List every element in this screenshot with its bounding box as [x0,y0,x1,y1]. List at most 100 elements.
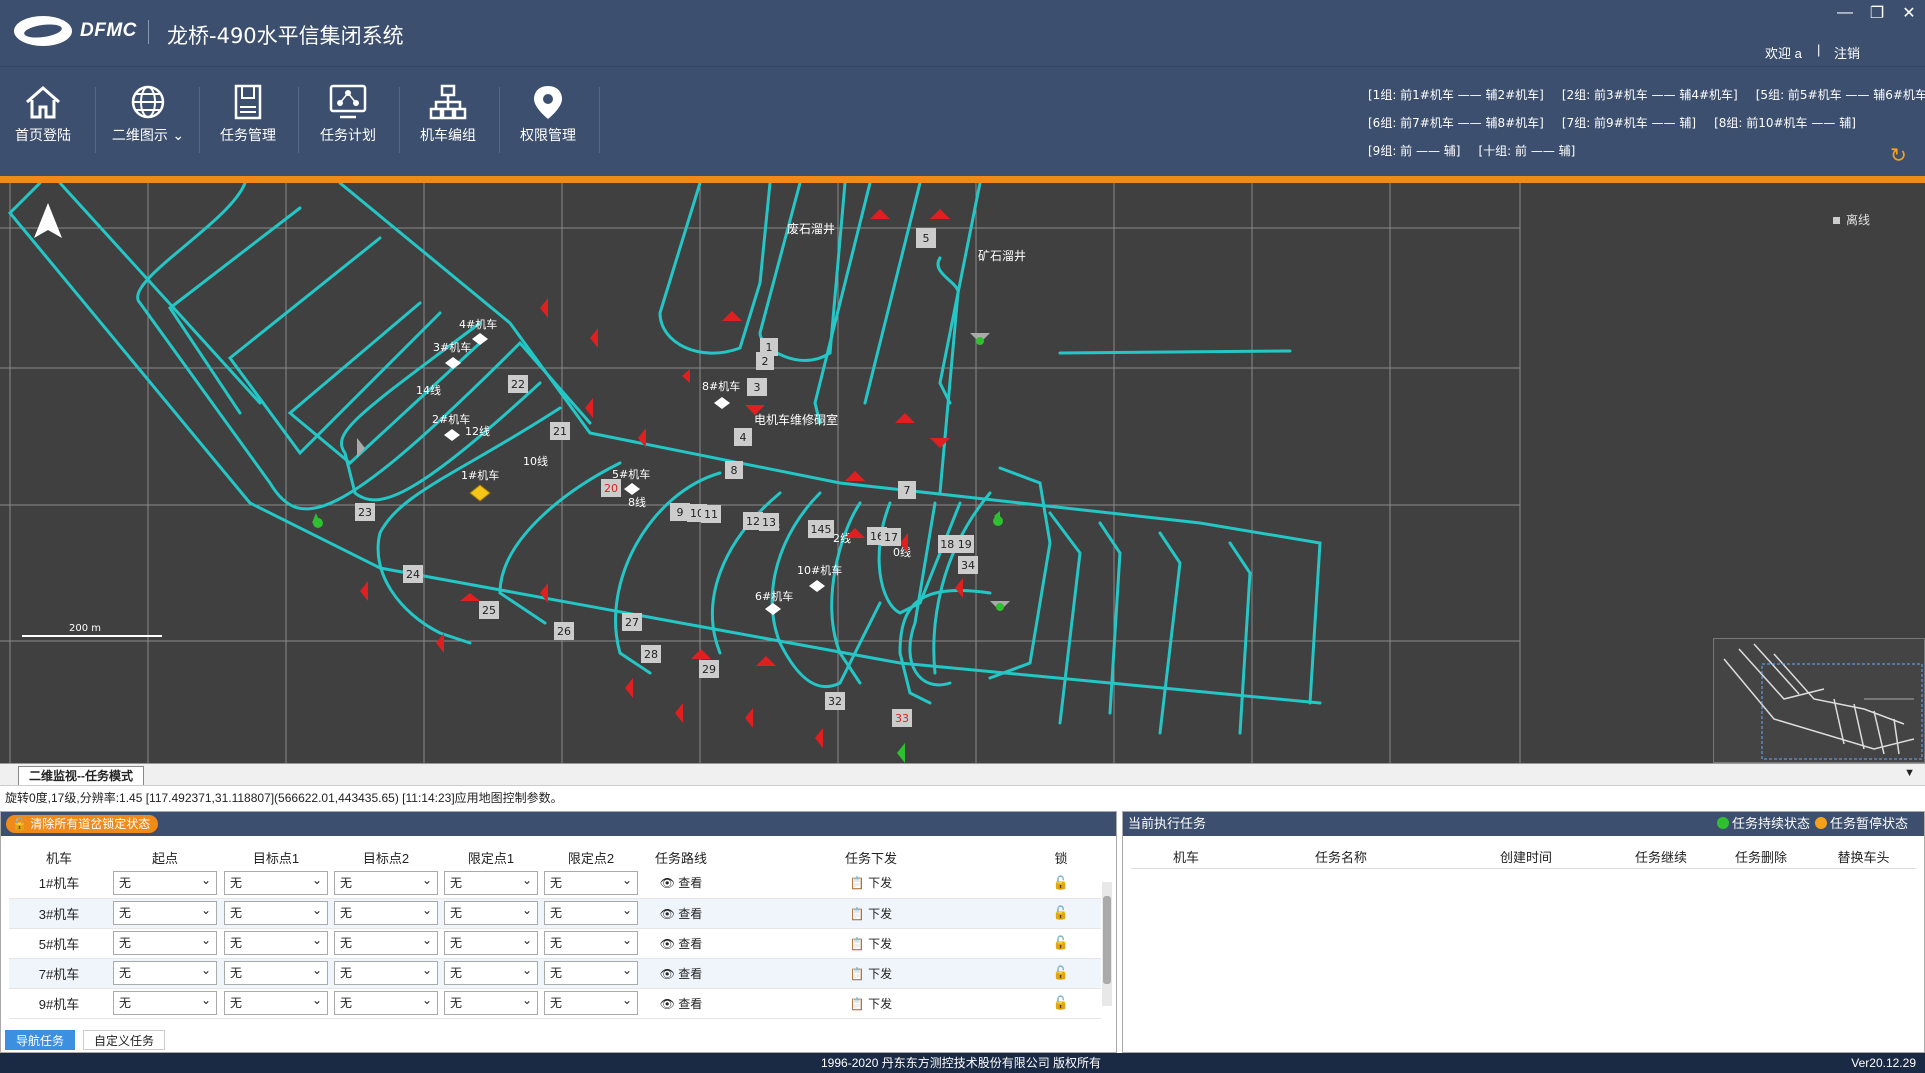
view-route-button[interactable]: 👁 查看 [660,907,703,921]
svg-text:145: 145 [811,523,832,536]
loco-icon[interactable] [472,333,488,345]
target2-select[interactable]: 无 [334,989,438,1015]
loco-label: 1#机车 [461,468,499,482]
lock-icon[interactable]: 🔓 [1053,995,1069,1010]
lock-icon[interactable]: 🔓 [1053,905,1069,920]
loco-icon[interactable] [765,603,781,615]
view-route-button[interactable]: 👁 查看 [660,876,703,890]
loco-label: 5#机车 [612,467,650,481]
line-label: 12线 [465,424,490,438]
eye-icon: 👁 [659,996,675,1011]
limit2-select[interactable]: 无 [544,959,638,985]
svg-text:33: 33 [895,712,909,725]
limit2-select[interactable]: 无 [544,929,638,955]
target1-select[interactable]: 无 [224,929,328,955]
clear-switch-lock-button[interactable]: 🔓 清除所有道岔锁定状态 [6,815,159,833]
loco-icon-active[interactable] [469,484,491,502]
loco-icon[interactable] [714,397,730,409]
limit1-select[interactable]: 无 [444,899,538,925]
task-type-tabs: 导航任务 自定义任务 [5,1030,166,1050]
restore-icon[interactable]: ❐ [1861,0,1893,26]
limit2-select[interactable]: 无 [544,989,638,1015]
scrollbar-thumb[interactable] [1103,896,1111,984]
limit1-select[interactable]: 无 [444,989,538,1015]
target1-select[interactable]: 无 [224,869,328,895]
scale-label: 200 m [69,623,101,634]
column-header: 目标点2 [362,850,410,866]
svg-text:28: 28 [644,648,658,661]
start-select[interactable]: 无 [113,989,217,1015]
target2-select[interactable]: 无 [334,899,438,925]
line-label: 10线 [523,454,548,468]
target2-select[interactable]: 无 [334,869,438,895]
loco-group-button[interactable]: 机车编组 [402,83,494,161]
start-select[interactable]: 无 [113,899,217,925]
eye-icon: 👁 [659,906,675,921]
tab-custom-task[interactable]: 自定义任务 [83,1030,166,1050]
home-login-button[interactable]: 首页登陆 [0,83,89,161]
logo-mark [14,16,72,46]
target2-select[interactable]: 无 [334,959,438,985]
eye-icon: 👁 [659,936,675,951]
overview-minimap[interactable] [1713,638,1925,763]
tab-navigation-task[interactable]: 导航任务 [5,1030,76,1050]
dispatch-button[interactable]: 📋 下发 [850,997,892,1011]
send-doc-icon: 📋 [849,936,865,951]
track-nodes: 5 1 2 3 4 8 7 9 10 11 12 13 145 16 17 18… [355,228,978,727]
group-label: [2组: 前3#机车 —— 辅4#机车] [1561,88,1738,102]
close-icon[interactable]: ✕ [1893,0,1925,26]
tab-2d-monitor[interactable]: 二维监视--任务模式 [18,766,144,785]
permission-button[interactable]: 权限管理 [502,83,594,161]
footer-bar: 1996-2020 丹东东方测控技术股份有限公司 版权所有 Ver20.12.2… [0,1053,1925,1073]
refresh-icon[interactable]: ↻ [1890,143,1907,168]
task-management-button[interactable]: 任务管理 [202,83,294,161]
limit1-select[interactable]: 无 [444,959,538,985]
loco-icon[interactable] [444,429,460,441]
unlock-icon: 🔓 [12,817,27,831]
limit1-select[interactable]: 无 [444,929,538,955]
limit1-select[interactable]: 无 [444,869,538,895]
dispatch-button[interactable]: 📋 下发 [850,967,892,981]
table-header-row: 机车 任务名称 创建时间 任务继续 任务删除 替换车头 [1131,846,1916,869]
target1-select[interactable]: 无 [224,959,328,985]
task-plan-button[interactable]: 任务计划 [302,83,394,161]
loco-label: 4#机车 [459,317,497,331]
table-row: 1#机车 无 无 无 无 无 👁 查看 📋 下发 🔓 [9,868,1101,899]
loco-icon[interactable] [624,483,640,495]
start-select[interactable]: 无 [113,959,217,985]
minimize-icon[interactable]: — [1829,0,1861,26]
toolbar-divider [499,87,500,153]
view-route-button[interactable]: 👁 查看 [660,937,703,951]
column-header: 目标点1 [252,850,300,866]
start-select[interactable]: 无 [113,869,217,895]
view-route-button[interactable]: 👁 查看 [660,997,703,1011]
2d-view-button[interactable]: 二维图示 ⌄ [102,83,194,161]
group-row: [9组: 前 —— 辅] [十组: 前 —— 辅] [1368,137,1925,165]
lock-icon[interactable]: 🔓 [1053,965,1069,980]
dispatch-button[interactable]: 📋 下发 [850,937,892,951]
dispatch-button[interactable]: 📋 下发 [850,876,892,890]
lock-icon[interactable]: 🔓 [1053,935,1069,950]
welcome-text: 欢迎 a [1765,46,1802,61]
svg-text:23: 23 [358,506,372,519]
logout-link[interactable]: 注销 [1834,43,1860,62]
table-scrollbar[interactable] [1102,882,1112,1006]
limit2-select[interactable]: 无 [544,869,638,895]
target1-select[interactable]: 无 [224,989,328,1015]
map-canvas[interactable]: 200 m 废石溜井 矿石溜井 电机车维修硐室 14线 12线 10线 8线 6… [0,183,1925,763]
view-route-button[interactable]: 👁 查看 [660,967,703,981]
green-dot-icon [1717,817,1729,829]
limit2-select[interactable]: 无 [544,899,638,925]
lock-icon[interactable]: 🔓 [1053,875,1069,890]
target2-select[interactable]: 无 [334,929,438,955]
target1-select[interactable]: 无 [224,899,328,925]
loco-icon[interactable] [445,357,461,369]
mine-map[interactable]: 200 m 废石溜井 矿石溜井 电机车维修硐室 14线 12线 10线 8线 6… [0,183,1925,763]
app-title: 龙桥-490水平信集闭系统 [167,24,404,48]
group-label: [8组: 前10#机车 —— 辅] [1714,116,1856,130]
chevron-down-icon[interactable]: ▼ [1904,767,1915,779]
start-select[interactable]: 无 [113,929,217,955]
svg-text:21: 21 [553,425,567,438]
loco-icon[interactable] [809,580,825,592]
dispatch-button[interactable]: 📋 下发 [850,907,892,921]
